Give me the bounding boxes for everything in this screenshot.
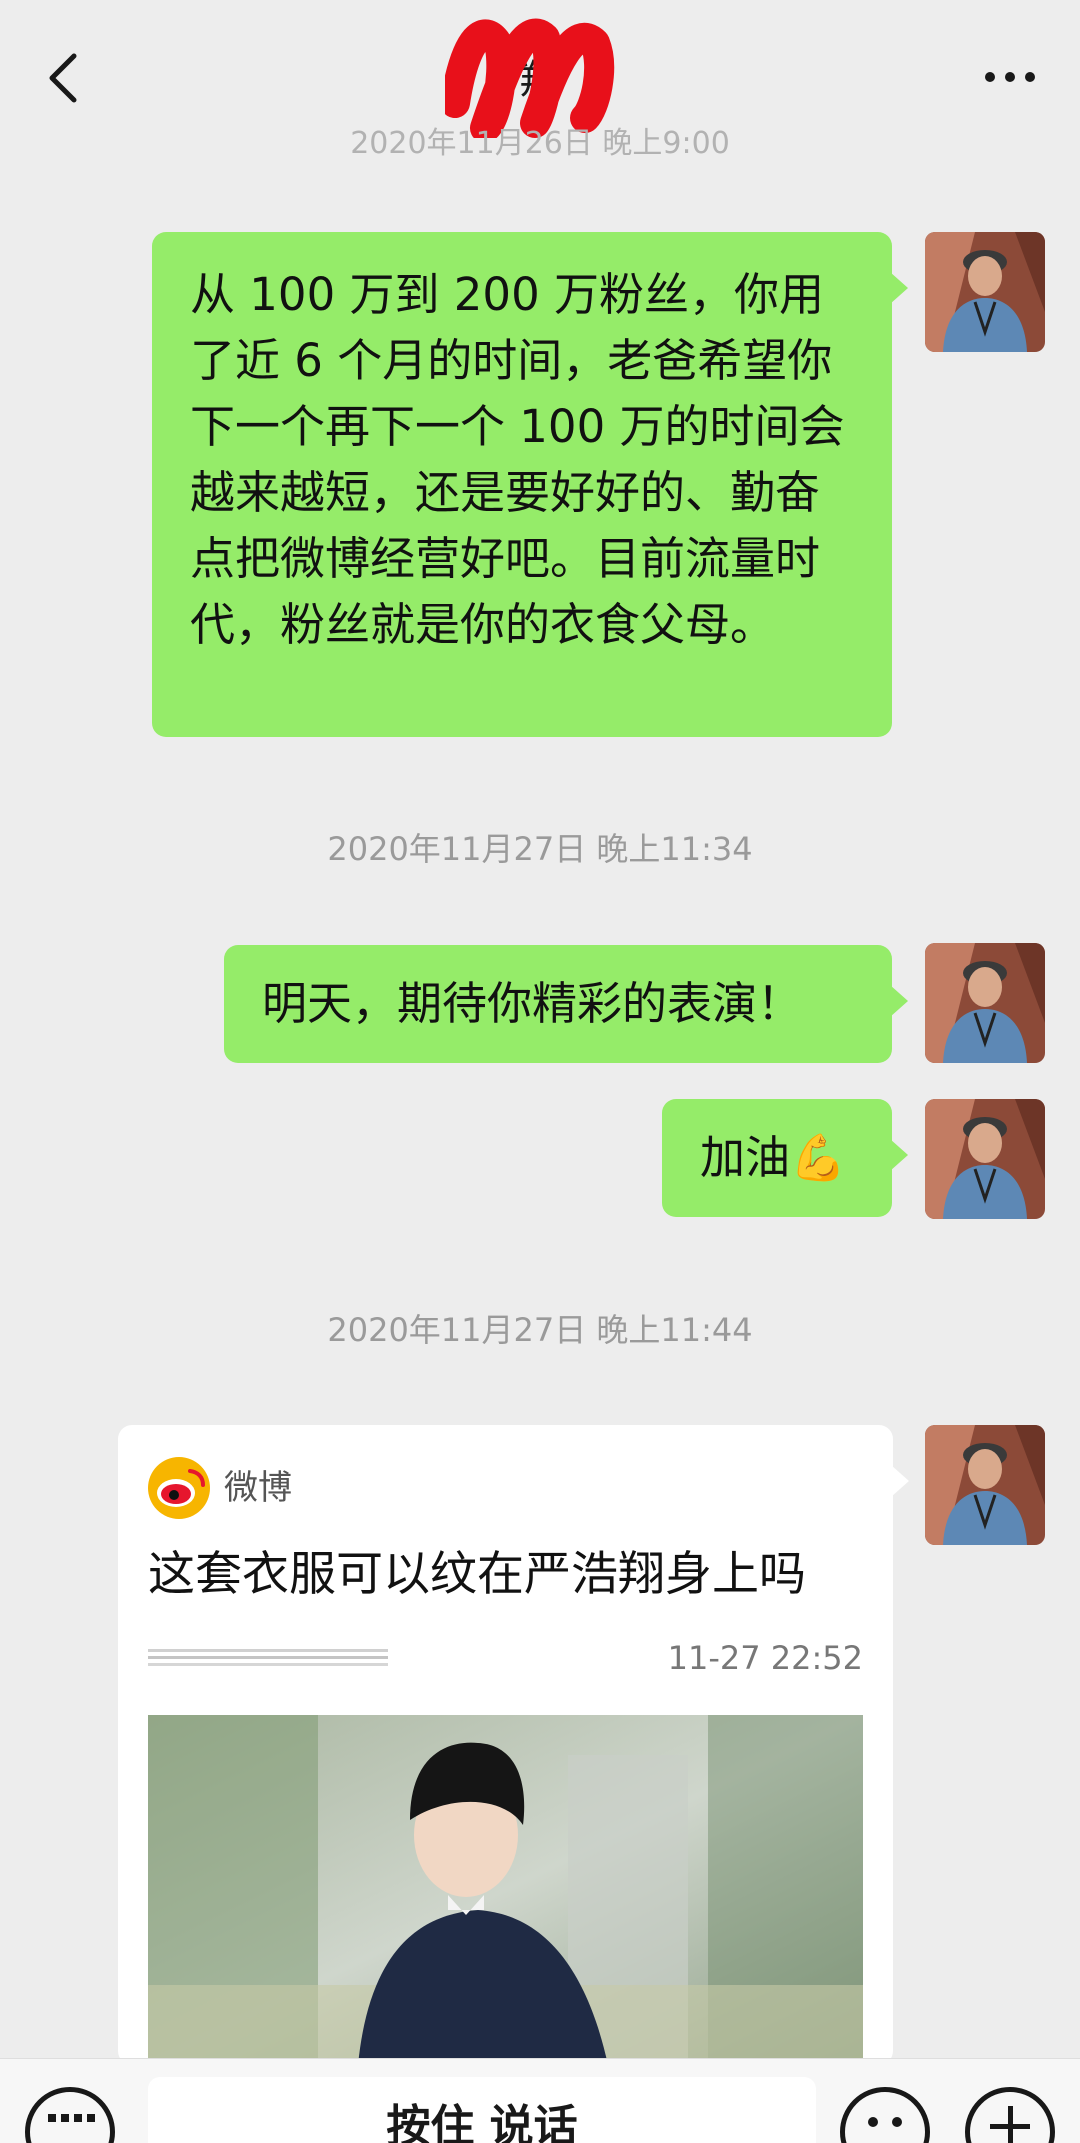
more-dots-icon[interactable] xyxy=(980,62,1040,92)
blurred-username xyxy=(148,1649,388,1666)
input-bar: 按住 说话 xyxy=(0,2058,1080,2143)
timestamp: 2020年11月27日 晚上11:34 xyxy=(327,830,753,868)
keyboard-icon[interactable] xyxy=(25,2087,115,2143)
card-title: 这套衣服可以纹在严浩翔身上吗 xyxy=(148,1547,806,1602)
avatar[interactable] xyxy=(925,1099,1045,1219)
weibo-share-card[interactable]: 微博 这套衣服可以纹在严浩翔身上吗 11-27 22:52 xyxy=(118,1425,909,2065)
avatar[interactable] xyxy=(925,232,1045,352)
hold-to-talk-button[interactable]: 按住 说话 xyxy=(148,2077,816,2143)
card-time: 11-27 22:52 xyxy=(667,1639,863,1677)
emoji-icon[interactable] xyxy=(840,2087,930,2143)
message-text: 从 100 万到 200 万粉丝，你用了近 6 个月的时间，老爸希望你下一个再下… xyxy=(190,268,845,651)
keyboard-glyph-icon xyxy=(48,2114,95,2122)
card-source: 微博 xyxy=(224,1468,292,1508)
avatar[interactable] xyxy=(925,943,1045,1063)
plus-glyph-icon xyxy=(990,2106,1030,2143)
weibo-logo-icon xyxy=(148,1457,210,1519)
emoji-face-icon xyxy=(868,2117,902,2127)
message-text: 加油💪 xyxy=(700,1131,847,1184)
message-bubble-2[interactable]: 明天，期待你精彩的表演！ xyxy=(224,945,908,1063)
card-photo xyxy=(148,1715,863,2065)
plus-icon[interactable] xyxy=(965,2087,1055,2143)
message-bubble-1[interactable]: 从 100 万到 200 万粉丝，你用了近 6 个月的时间，老爸希望你下一个再下… xyxy=(152,232,908,737)
avatar[interactable] xyxy=(925,1425,1045,1545)
back-arrow-icon[interactable] xyxy=(40,48,90,108)
timestamp-partial: 2020年11月26日 晚上9:00 xyxy=(350,126,730,161)
message-bubble-3[interactable]: 加油💪 xyxy=(662,1099,908,1217)
message-text: 明天，期待你精彩的表演！ xyxy=(262,977,803,1030)
timestamp: 2020年11月27日 晚上11:44 xyxy=(327,1311,753,1349)
